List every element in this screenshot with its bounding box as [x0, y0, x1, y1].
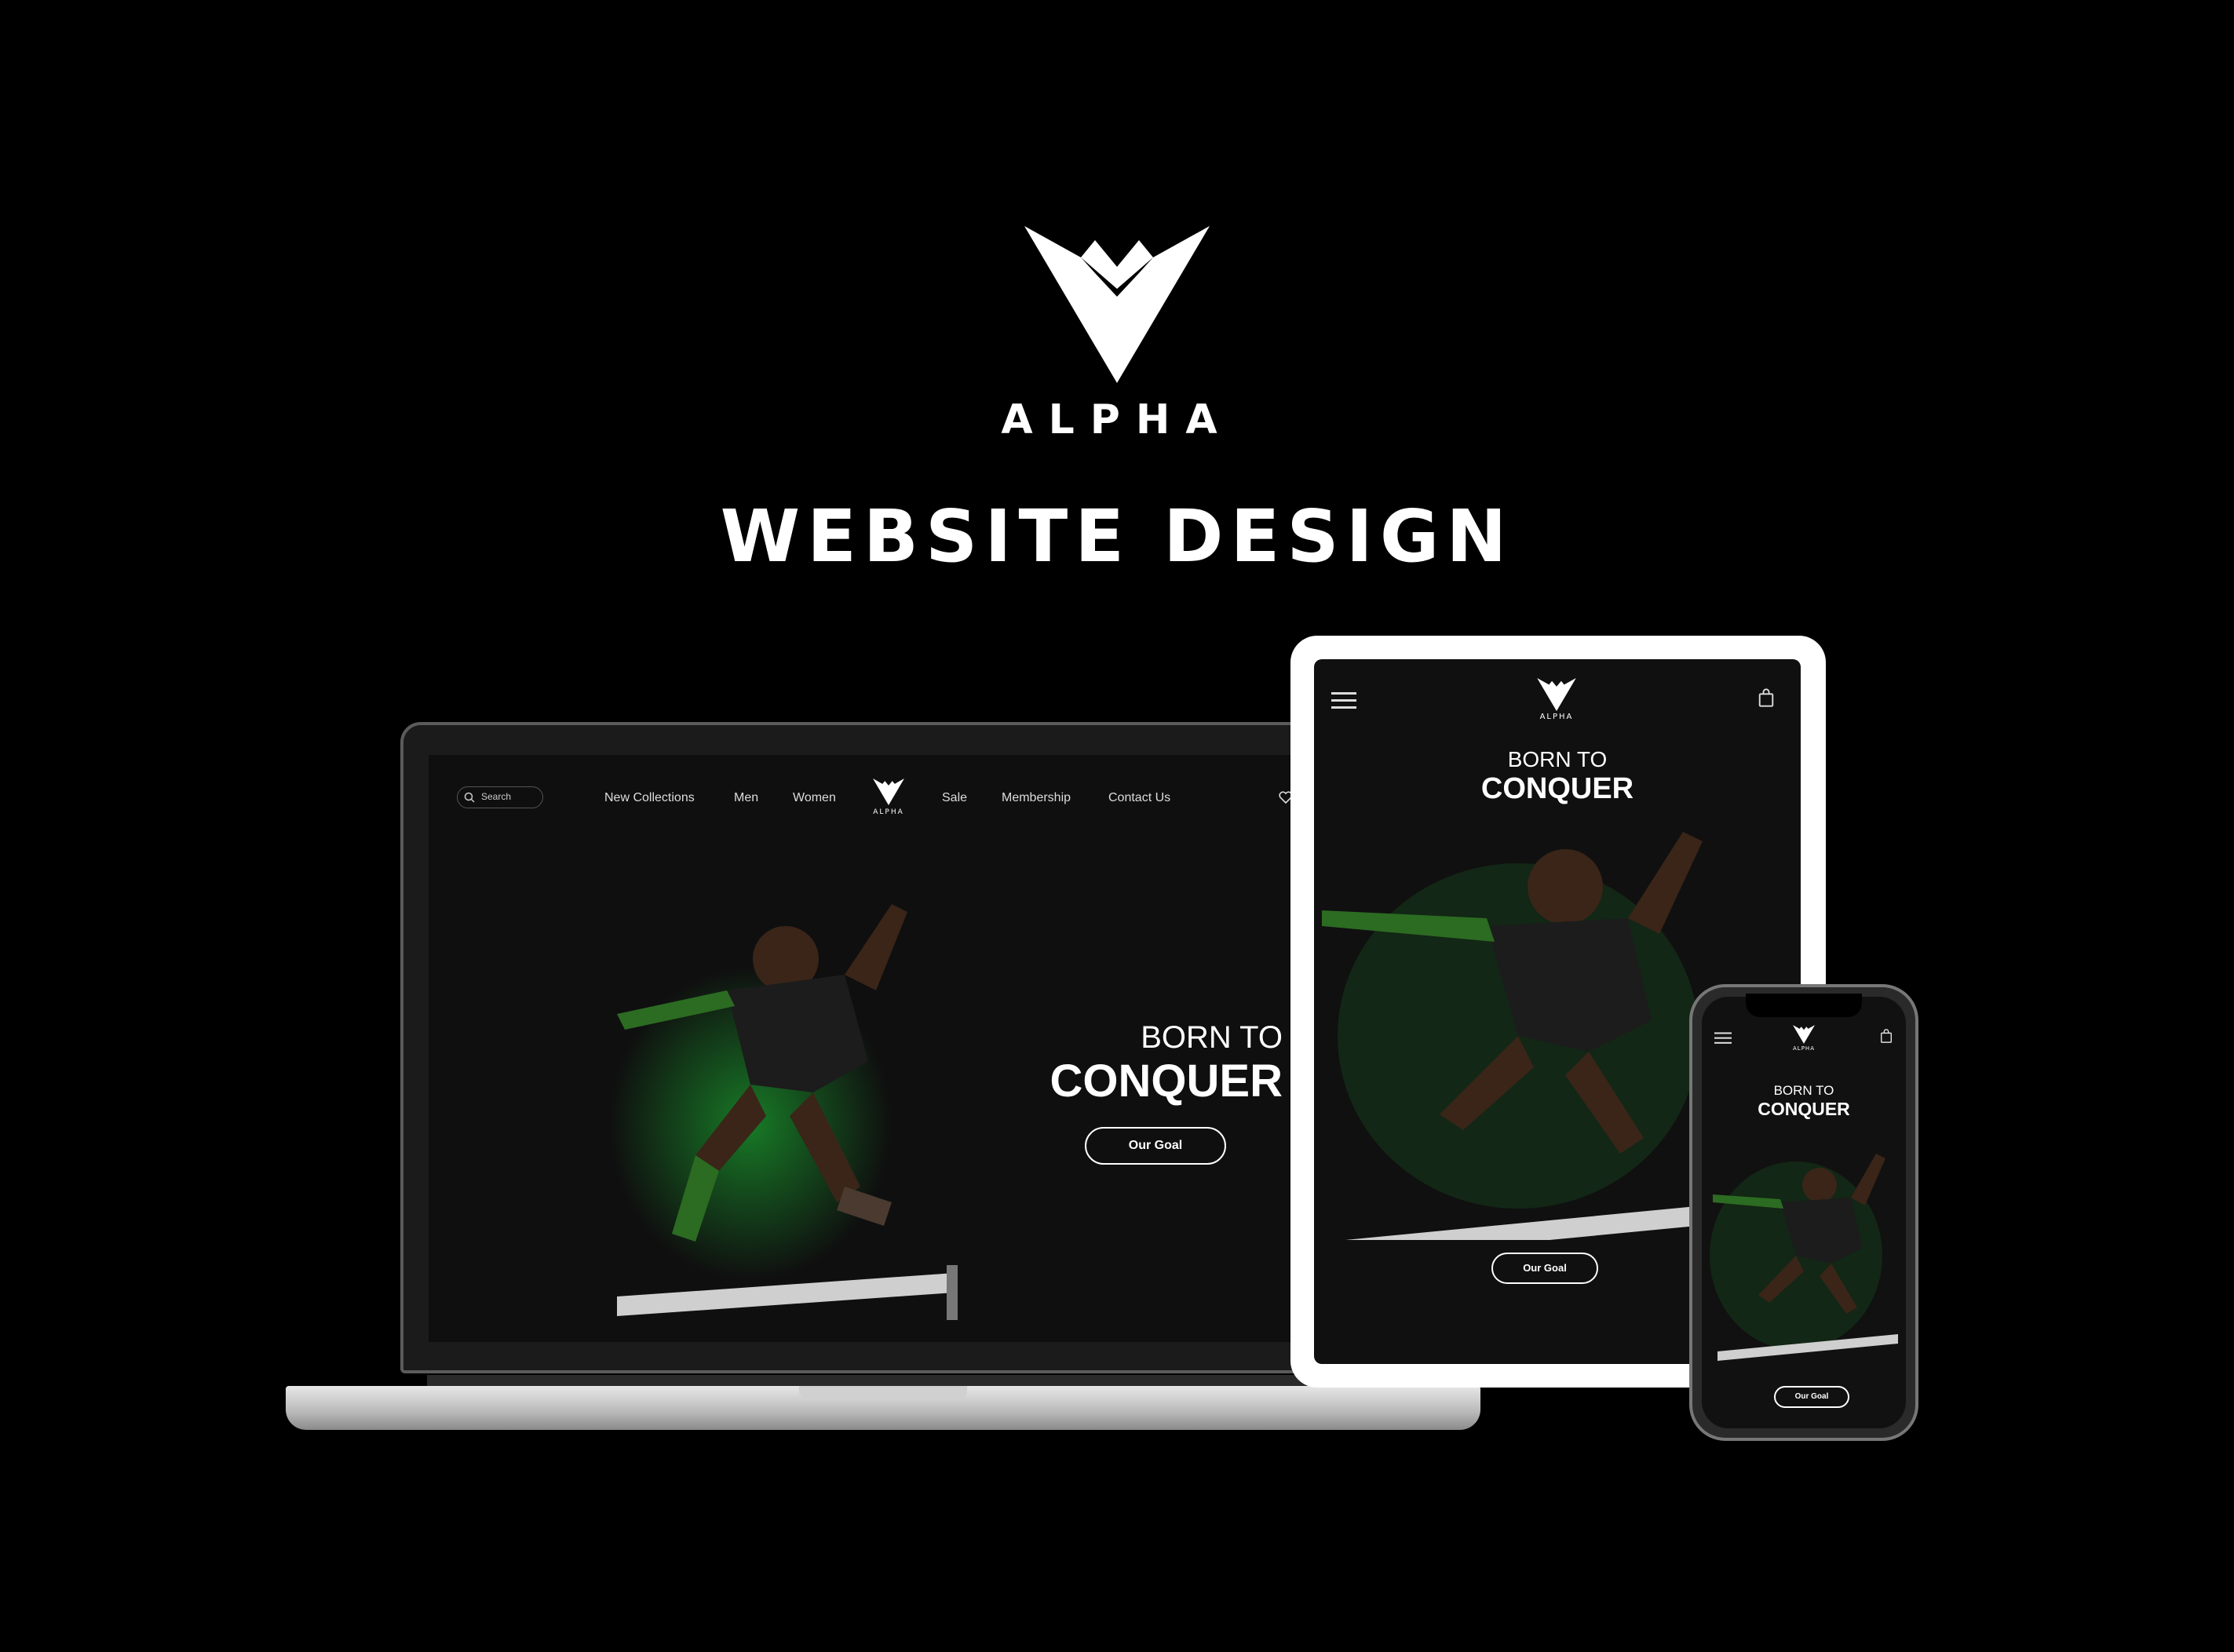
- alpha-logo-icon[interactable]: [873, 779, 904, 805]
- athlete-photo: [609, 904, 958, 1320]
- search-input[interactable]: Search: [457, 786, 543, 808]
- hamburger-icon[interactable]: [1331, 691, 1356, 711]
- athlete-photo: [1710, 1154, 1898, 1361]
- phone-notch: [1746, 994, 1862, 1017]
- laptop-notch: [799, 1386, 967, 1400]
- bag-icon[interactable]: [1757, 687, 1776, 708]
- hero-line1: BORN TO: [1773, 1083, 1834, 1098]
- page-title: WEBSITE DESIGN: [720, 494, 1514, 578]
- tablet-logo-text: ALPHA: [1539, 713, 1574, 721]
- laptop-screen: Search New Collections Men Women ALPHA S…: [429, 755, 1352, 1342]
- nav-membership[interactable]: Membership: [1002, 791, 1071, 805]
- phone-screen: ALPHA BORN TO CONQUER Our Goal: [1702, 997, 1906, 1428]
- nav-logo-text: ALPHA: [873, 808, 904, 816]
- nav-men[interactable]: Men: [734, 791, 758, 805]
- hero-line1: BORN TO: [1507, 747, 1608, 771]
- hero-line2: CONQUER: [1758, 1099, 1850, 1119]
- nav-new-collections[interactable]: New Collections: [604, 791, 695, 805]
- our-goal-button[interactable]: Our Goal: [1085, 1127, 1226, 1165]
- nav-sale[interactable]: Sale: [942, 791, 967, 805]
- brand-name: ALPHA: [1001, 396, 1233, 443]
- phone-logo-text: ALPHA: [1793, 1045, 1815, 1052]
- nav-contact-us[interactable]: Contact Us: [1108, 791, 1170, 805]
- alpha-logo-icon[interactable]: [1537, 678, 1576, 711]
- our-goal-button[interactable]: Our Goal: [1774, 1386, 1849, 1408]
- search-placeholder: Search: [481, 791, 512, 802]
- search-icon: [464, 792, 475, 803]
- hamburger-icon[interactable]: [1714, 1031, 1732, 1045]
- our-goal-button[interactable]: Our Goal: [1491, 1253, 1598, 1284]
- alpha-logo-icon: [1024, 226, 1210, 383]
- bag-icon[interactable]: [1879, 1028, 1893, 1044]
- alpha-logo-icon[interactable]: [1793, 1025, 1815, 1044]
- nav-women[interactable]: Women: [793, 791, 836, 805]
